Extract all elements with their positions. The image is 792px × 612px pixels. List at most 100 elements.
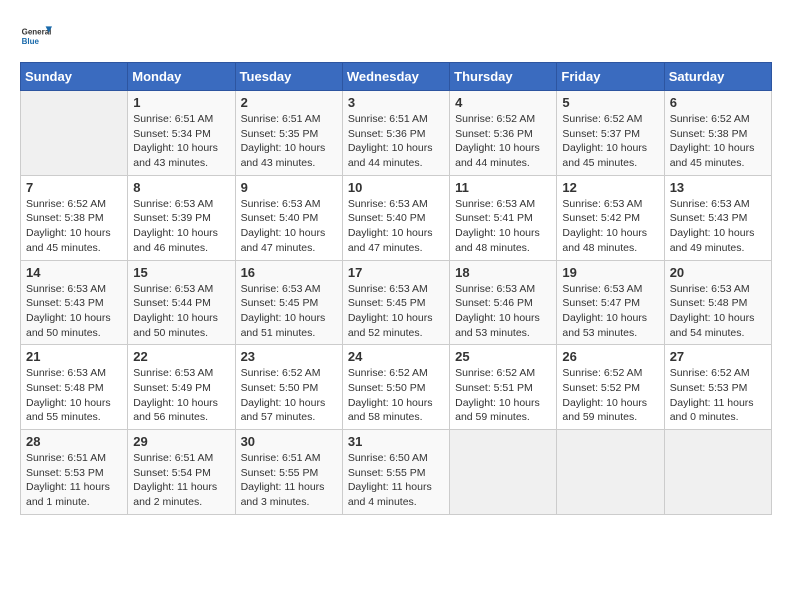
- day-info: Sunrise: 6:53 AM Sunset: 5:49 PM Dayligh…: [133, 366, 229, 425]
- day-number: 7: [26, 180, 122, 195]
- calendar-cell: 26 Sunrise: 6:52 AM Sunset: 5:52 PM Dayli…: [557, 345, 664, 430]
- calendar-cell: 22 Sunrise: 6:53 AM Sunset: 5:49 PM Dayli…: [128, 345, 235, 430]
- day-info: Sunrise: 6:51 AM Sunset: 5:53 PM Dayligh…: [26, 451, 122, 510]
- day-number: 28: [26, 434, 122, 449]
- calendar-cell: 15 Sunrise: 6:53 AM Sunset: 5:44 PM Dayli…: [128, 260, 235, 345]
- calendar-cell: 19 Sunrise: 6:53 AM Sunset: 5:47 PM Dayli…: [557, 260, 664, 345]
- day-info: Sunrise: 6:53 AM Sunset: 5:48 PM Dayligh…: [670, 282, 766, 341]
- day-info: Sunrise: 6:53 AM Sunset: 5:41 PM Dayligh…: [455, 197, 551, 256]
- day-number: 14: [26, 265, 122, 280]
- calendar-cell: 10 Sunrise: 6:53 AM Sunset: 5:40 PM Dayli…: [342, 175, 449, 260]
- calendar-cell: 8 Sunrise: 6:53 AM Sunset: 5:39 PM Daylig…: [128, 175, 235, 260]
- calendar-cell: 27 Sunrise: 6:52 AM Sunset: 5:53 PM Dayli…: [664, 345, 771, 430]
- day-number: 5: [562, 95, 658, 110]
- day-info: Sunrise: 6:53 AM Sunset: 5:46 PM Dayligh…: [455, 282, 551, 341]
- calendar-cell: 31 Sunrise: 6:50 AM Sunset: 5:55 PM Dayli…: [342, 430, 449, 515]
- day-number: 9: [241, 180, 337, 195]
- calendar-cell: 3Sunrise: 6:51 AM Sunset: 5:36 PM Daylig…: [342, 91, 449, 176]
- calendar-cell: [21, 91, 128, 176]
- day-number: 11: [455, 180, 551, 195]
- day-info: Sunrise: 6:51 AM Sunset: 5:54 PM Dayligh…: [133, 451, 229, 510]
- day-info: Sunrise: 6:53 AM Sunset: 5:40 PM Dayligh…: [241, 197, 337, 256]
- day-info: Sunrise: 6:52 AM Sunset: 5:50 PM Dayligh…: [241, 366, 337, 425]
- calendar-cell: 13 Sunrise: 6:53 AM Sunset: 5:43 PM Dayli…: [664, 175, 771, 260]
- calendar-header-row: SundayMondayTuesdayWednesdayThursdayFrid…: [21, 63, 772, 91]
- logo-icon: General Blue: [20, 20, 52, 52]
- day-number: 4: [455, 95, 551, 110]
- day-info: Sunrise: 6:52 AM Sunset: 5:38 PM Dayligh…: [670, 112, 766, 171]
- day-number: 16: [241, 265, 337, 280]
- calendar-cell: 4 Sunrise: 6:52 AM Sunset: 5:36 PM Daylig…: [450, 91, 557, 176]
- calendar-cell: 18 Sunrise: 6:53 AM Sunset: 5:46 PM Dayli…: [450, 260, 557, 345]
- calendar-cell: 14 Sunrise: 6:53 AM Sunset: 5:43 PM Dayli…: [21, 260, 128, 345]
- day-number: 6: [670, 95, 766, 110]
- calendar-cell: 17 Sunrise: 6:53 AM Sunset: 5:45 PM Dayli…: [342, 260, 449, 345]
- day-number: 15: [133, 265, 229, 280]
- calendar-cell: [450, 430, 557, 515]
- day-info: Sunrise: 6:52 AM Sunset: 5:52 PM Dayligh…: [562, 366, 658, 425]
- calendar-cell: 6 Sunrise: 6:52 AM Sunset: 5:38 PM Daylig…: [664, 91, 771, 176]
- day-number: 13: [670, 180, 766, 195]
- day-info: Sunrise: 6:53 AM Sunset: 5:43 PM Dayligh…: [670, 197, 766, 256]
- day-number: 17: [348, 265, 444, 280]
- day-info: Sunrise: 6:53 AM Sunset: 5:47 PM Dayligh…: [562, 282, 658, 341]
- day-header-thursday: Thursday: [450, 63, 557, 91]
- day-number: 29: [133, 434, 229, 449]
- calendar-cell: 2 Sunrise: 6:51 AM Sunset: 5:35 PM Daylig…: [235, 91, 342, 176]
- day-info: Sunrise: 6:53 AM Sunset: 5:48 PM Dayligh…: [26, 366, 122, 425]
- day-number: 8: [133, 180, 229, 195]
- day-number: 22: [133, 349, 229, 364]
- day-header-tuesday: Tuesday: [235, 63, 342, 91]
- day-info: Sunrise: 6:51 AM Sunset: 5:34 PM Dayligh…: [133, 112, 229, 171]
- calendar-cell: 23 Sunrise: 6:52 AM Sunset: 5:50 PM Dayli…: [235, 345, 342, 430]
- day-info: Sunrise: 6:53 AM Sunset: 5:45 PM Dayligh…: [241, 282, 337, 341]
- day-number: 21: [26, 349, 122, 364]
- day-info: Sunrise: 6:51 AM Sunset: 5:36 PM Dayligh…: [348, 112, 444, 171]
- calendar-cell: 20 Sunrise: 6:53 AM Sunset: 5:48 PM Dayli…: [664, 260, 771, 345]
- day-info: Sunrise: 6:51 AM Sunset: 5:55 PM Dayligh…: [241, 451, 337, 510]
- day-header-sunday: Sunday: [21, 63, 128, 91]
- calendar-cell: 25Sunrise: 6:52 AM Sunset: 5:51 PM Dayli…: [450, 345, 557, 430]
- day-info: Sunrise: 6:53 AM Sunset: 5:39 PM Dayligh…: [133, 197, 229, 256]
- day-info: Sunrise: 6:50 AM Sunset: 5:55 PM Dayligh…: [348, 451, 444, 510]
- calendar-cell: 28 Sunrise: 6:51 AM Sunset: 5:53 PM Dayli…: [21, 430, 128, 515]
- svg-text:Blue: Blue: [22, 37, 40, 46]
- calendar-week-row: 28 Sunrise: 6:51 AM Sunset: 5:53 PM Dayli…: [21, 430, 772, 515]
- calendar-cell: 24 Sunrise: 6:52 AM Sunset: 5:50 PM Dayli…: [342, 345, 449, 430]
- day-number: 18: [455, 265, 551, 280]
- day-number: 19: [562, 265, 658, 280]
- calendar-week-row: 21 Sunrise: 6:53 AM Sunset: 5:48 PM Dayli…: [21, 345, 772, 430]
- day-number: 2: [241, 95, 337, 110]
- day-header-saturday: Saturday: [664, 63, 771, 91]
- day-number: 20: [670, 265, 766, 280]
- day-number: 27: [670, 349, 766, 364]
- calendar-cell: 21 Sunrise: 6:53 AM Sunset: 5:48 PM Dayli…: [21, 345, 128, 430]
- day-info: Sunrise: 6:52 AM Sunset: 5:50 PM Dayligh…: [348, 366, 444, 425]
- day-number: 12: [562, 180, 658, 195]
- day-info: Sunrise: 6:53 AM Sunset: 5:45 PM Dayligh…: [348, 282, 444, 341]
- day-info: Sunrise: 6:53 AM Sunset: 5:43 PM Dayligh…: [26, 282, 122, 341]
- calendar-cell: 11 Sunrise: 6:53 AM Sunset: 5:41 PM Dayli…: [450, 175, 557, 260]
- day-number: 10: [348, 180, 444, 195]
- day-number: 26: [562, 349, 658, 364]
- calendar-cell: [557, 430, 664, 515]
- day-info: Sunrise: 6:52 AM Sunset: 5:51 PM Dayligh…: [455, 366, 551, 425]
- day-info: Sunrise: 6:53 AM Sunset: 5:42 PM Dayligh…: [562, 197, 658, 256]
- page-header: General Blue: [20, 20, 772, 52]
- calendar-cell: [664, 430, 771, 515]
- calendar-cell: 12 Sunrise: 6:53 AM Sunset: 5:42 PM Dayli…: [557, 175, 664, 260]
- day-info: Sunrise: 6:53 AM Sunset: 5:40 PM Dayligh…: [348, 197, 444, 256]
- day-number: 24: [348, 349, 444, 364]
- calendar-week-row: 7Sunrise: 6:52 AM Sunset: 5:38 PM Daylig…: [21, 175, 772, 260]
- day-info: Sunrise: 6:51 AM Sunset: 5:35 PM Dayligh…: [241, 112, 337, 171]
- calendar-cell: 5Sunrise: 6:52 AM Sunset: 5:37 PM Daylig…: [557, 91, 664, 176]
- day-info: Sunrise: 6:52 AM Sunset: 5:53 PM Dayligh…: [670, 366, 766, 425]
- day-header-friday: Friday: [557, 63, 664, 91]
- day-number: 1: [133, 95, 229, 110]
- day-number: 23: [241, 349, 337, 364]
- day-info: Sunrise: 6:52 AM Sunset: 5:36 PM Dayligh…: [455, 112, 551, 171]
- day-info: Sunrise: 6:53 AM Sunset: 5:44 PM Dayligh…: [133, 282, 229, 341]
- day-header-wednesday: Wednesday: [342, 63, 449, 91]
- calendar-cell: 16 Sunrise: 6:53 AM Sunset: 5:45 PM Dayli…: [235, 260, 342, 345]
- day-number: 31: [348, 434, 444, 449]
